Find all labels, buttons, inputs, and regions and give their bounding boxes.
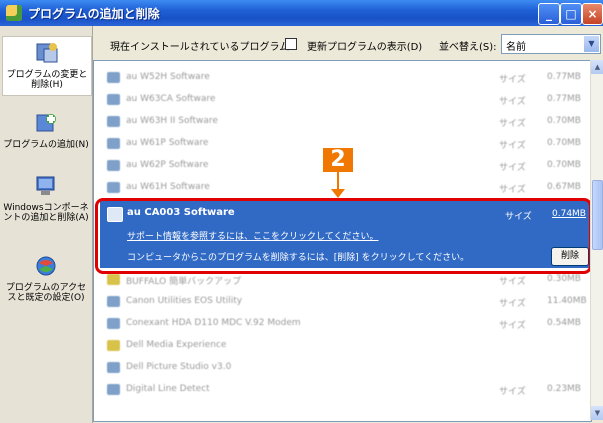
program-icon xyxy=(107,116,120,127)
size-label: サイズ xyxy=(499,321,526,331)
program-name: au W52H Software xyxy=(126,72,210,82)
maximize-button[interactable]: □ xyxy=(560,3,582,25)
show-updates-checkbox[interactable] xyxy=(285,38,297,50)
show-updates-label[interactable]: 更新プログラムの表示(D) xyxy=(307,38,422,53)
change-remove-programs-icon xyxy=(36,43,58,63)
size-label: サイズ xyxy=(499,163,526,173)
sidebar: プログラムの変更と削除(H) プログラムの追加(N) Windowsコンポーネン… xyxy=(0,26,93,423)
program-icon xyxy=(107,274,120,285)
size-label: サイズ xyxy=(499,141,526,151)
size-label: サイズ xyxy=(499,185,526,195)
program-icon xyxy=(107,72,120,83)
scroll-up-icon[interactable]: ▲ xyxy=(591,60,603,74)
program-name: BUFFALO 簡単バックアップ xyxy=(126,277,242,287)
size-label: サイズ xyxy=(499,299,526,309)
installed-programs-label: 現在インストールされているプログラム: xyxy=(110,42,293,53)
program-access-defaults-icon xyxy=(36,256,56,276)
add-remove-programs-window: プログラムの追加と削除 _ □ × プログラムの変更と削除(H) プログラムの追… xyxy=(0,0,603,423)
app-icon xyxy=(6,5,22,21)
close-icon: × xyxy=(587,7,598,21)
size-value: 0.70MB xyxy=(547,138,581,148)
sidebar-item-add[interactable]: プログラムの追加(N) xyxy=(2,111,90,150)
minimize-icon: _ xyxy=(546,7,552,21)
sidebar-item-windows-components[interactable]: Windowsコンポーネントの追加と削除(A) xyxy=(2,174,90,223)
list-item[interactable]: Dell Media Experience xyxy=(94,335,591,357)
size-label: サイズ xyxy=(499,119,526,129)
minimize-button[interactable]: _ xyxy=(538,3,560,25)
scroll-thumb[interactable] xyxy=(592,180,603,250)
close-button[interactable]: × xyxy=(582,3,603,25)
list-item[interactable]: Digital Line Detect サイズ 0.23MB xyxy=(94,379,591,401)
program-name: au W61P Software xyxy=(126,138,209,148)
program-icon xyxy=(107,94,120,105)
size-label: サイズ xyxy=(499,387,526,397)
program-icon xyxy=(107,340,120,351)
maximize-icon: □ xyxy=(565,7,577,21)
size-value: 0.70MB xyxy=(547,160,581,170)
program-name: au W61H Software xyxy=(126,182,210,192)
list-item[interactable]: au W63H II Software サイズ 0.70MB xyxy=(94,111,591,133)
sidebar-item-label: プログラムのアクセスと既定の設定(O) xyxy=(5,283,87,303)
sidebar-item-label: プログラムの追加(N) xyxy=(3,140,89,150)
chevron-down-icon[interactable]: ▼ xyxy=(584,36,599,52)
callout-arrow-down-icon xyxy=(331,189,345,198)
program-name: Digital Line Detect xyxy=(126,384,210,394)
vertical-scrollbar[interactable]: ▲ ▼ xyxy=(590,60,603,420)
sidebar-item-label: Windowsコンポーネントの追加と削除(A) xyxy=(3,203,89,223)
size-value: 0.30MB xyxy=(547,274,581,284)
program-icon xyxy=(107,182,120,193)
program-icon xyxy=(107,362,120,373)
program-name: au W63CA Software xyxy=(126,94,216,104)
program-icon xyxy=(107,296,120,307)
size-label: サイズ xyxy=(499,75,526,85)
sidebar-item-change-remove[interactable]: プログラムの変更と削除(H) xyxy=(2,36,92,96)
sidebar-item-program-access[interactable]: プログラムのアクセスと既定の設定(O) xyxy=(2,254,90,303)
size-value: 0.77MB xyxy=(547,72,581,82)
size-label: サイズ xyxy=(499,97,526,107)
add-programs-icon xyxy=(36,114,56,132)
callout-arrow-line xyxy=(337,172,339,190)
list-toolbar: 現在インストールされているプログラム: 更新プログラムの表示(D) 並べ替え(S… xyxy=(93,26,603,60)
program-name: Conexant HDA D110 MDC V.92 Modem xyxy=(126,318,301,328)
size-value: 0.67MB xyxy=(547,182,581,192)
list-item[interactable]: Dell Picture Studio v3.0 xyxy=(94,357,591,379)
program-name: Dell Picture Studio v3.0 xyxy=(126,362,232,372)
list-item[interactable]: au W63CA Software サイズ 0.77MB xyxy=(94,89,591,111)
list-item[interactable]: Canon Utilities EOS Utility サイズ 11.40MB xyxy=(94,291,591,313)
size-value: 11.40MB xyxy=(547,296,587,306)
sort-select[interactable]: 名前 ▼ xyxy=(501,34,601,54)
sidebar-item-label: プログラムの変更と削除(H) xyxy=(6,70,88,90)
size-value: 0.54MB xyxy=(547,318,581,328)
list-item[interactable]: Conexant HDA D110 MDC V.92 Modem サイズ 0.5… xyxy=(94,313,591,335)
size-value: 0.77MB xyxy=(547,94,581,104)
program-name: au W63H II Software xyxy=(126,116,218,126)
program-icon xyxy=(107,384,120,395)
program-name: Dell Media Experience xyxy=(126,340,227,350)
size-value: 0.70MB xyxy=(547,116,581,126)
highlight-box xyxy=(95,198,592,274)
list-item[interactable]: au W52H Software サイズ 0.77MB xyxy=(94,67,591,89)
sort-label: 並べ替え(S): xyxy=(439,42,497,53)
sort-select-value: 名前 xyxy=(506,42,526,53)
size-label: サイズ xyxy=(499,277,526,287)
window-title: プログラムの追加と削除 xyxy=(28,7,160,21)
scroll-down-icon[interactable]: ▼ xyxy=(591,406,603,420)
program-name: Canon Utilities EOS Utility xyxy=(126,296,243,306)
program-icon xyxy=(107,138,120,149)
size-value: 0.23MB xyxy=(547,384,581,394)
program-icon xyxy=(107,160,120,171)
step-callout-badge: 2 xyxy=(323,148,353,172)
program-icon xyxy=(107,318,120,329)
windows-components-icon xyxy=(36,176,55,195)
title-bar: プログラムの追加と削除 _ □ × xyxy=(0,0,603,26)
program-name: au W62P Software xyxy=(126,160,209,170)
